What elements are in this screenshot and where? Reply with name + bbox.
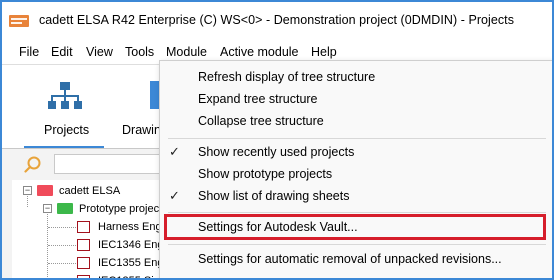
menu-item-collapse-tree[interactable]: Collapse tree structure xyxy=(160,110,552,132)
menu-item-label: Show prototype projects xyxy=(198,167,333,181)
tree-node-root[interactable]: − cadett ELSA xyxy=(12,182,162,200)
menu-item-label: Settings for automatic removal of unpack… xyxy=(198,252,502,266)
project-doc-icon xyxy=(77,257,90,269)
project-doc-icon xyxy=(77,239,90,251)
ribbon-drawings-label[interactable]: Drawin xyxy=(122,123,161,137)
project-doc-icon xyxy=(77,221,90,233)
menu-item-show-recent-projects[interactable]: ✓ Show recently used projects xyxy=(160,141,552,163)
project-tree-icon xyxy=(48,82,82,109)
application-window: cadett ELSA R42 Enterprise (C) WS<0> - D… xyxy=(0,0,554,280)
search-area xyxy=(14,152,164,178)
menu-item-auto-removal-settings[interactable]: Settings for automatic removal of unpack… xyxy=(160,248,552,270)
tree-connector xyxy=(48,263,76,264)
menu-item-label: Refresh display of tree structure xyxy=(198,70,376,84)
menu-item-show-prototype-projects[interactable]: Show prototype projects xyxy=(160,163,552,185)
ribbon-projects-label[interactable]: Projects xyxy=(44,123,89,137)
menu-item-label: Expand tree structure xyxy=(198,92,318,106)
menu-item-label: Show list of drawing sheets xyxy=(198,189,350,203)
tree-node-label: Harness Engl xyxy=(98,221,165,233)
project-doc-icon xyxy=(77,275,90,278)
highlight-annotation-box xyxy=(164,214,546,240)
tree-node-iec1355-simplified[interactable]: IEC1355 Simplified English xyxy=(12,272,231,278)
menu-separator xyxy=(168,244,546,245)
folder-icon xyxy=(57,203,73,214)
checkmark-icon: ✓ xyxy=(169,188,180,203)
window-title: cadett ELSA R42 Enterprise (C) WS<0> - D… xyxy=(39,13,514,27)
tree-connector xyxy=(48,227,76,228)
checkmark-icon: ✓ xyxy=(169,144,180,159)
collapse-icon[interactable]: − xyxy=(23,186,32,195)
menu-item-refresh-tree[interactable]: Refresh display of tree structure xyxy=(160,66,552,88)
tree-node-label: IEC1355 Engl xyxy=(98,257,166,269)
search-input[interactable] xyxy=(54,154,164,174)
tree-node-harness[interactable]: Harness Engl xyxy=(12,218,165,236)
menu-item-show-drawing-sheets[interactable]: ✓ Show list of drawing sheets xyxy=(160,185,552,207)
menu-separator xyxy=(168,138,546,139)
folder-icon xyxy=(37,185,53,196)
menu-module[interactable]: Module xyxy=(166,45,207,59)
menu-item-label: Collapse tree structure xyxy=(198,114,324,128)
tree-node-iec1346[interactable]: IEC1346 Engl xyxy=(12,236,166,254)
collapse-icon[interactable]: − xyxy=(43,204,52,213)
menu-active-module[interactable]: Active module xyxy=(220,45,299,59)
tree-node-iec1355[interactable]: IEC1355 Engl xyxy=(12,254,166,272)
tree-node-label: IEC1346 Engl xyxy=(98,239,166,251)
menu-separator xyxy=(168,212,546,213)
menu-help[interactable]: Help xyxy=(311,45,337,59)
project-tree: − cadett ELSA − Prototype project Harnes… xyxy=(12,180,231,278)
menu-view[interactable]: View xyxy=(86,45,113,59)
tree-connector xyxy=(48,245,76,246)
menu-file[interactable]: File xyxy=(19,45,39,59)
module-dropdown-menu: Refresh display of tree structure Expand… xyxy=(159,60,552,278)
search-icon[interactable] xyxy=(24,156,42,174)
menu-edit[interactable]: Edit xyxy=(51,45,73,59)
tree-node-label: cadett ELSA xyxy=(59,185,121,197)
tree-node-prototype[interactable]: − Prototype project xyxy=(12,200,162,218)
menu-item-expand-tree[interactable]: Expand tree structure xyxy=(160,88,552,110)
title-bar[interactable]: cadett ELSA R42 Enterprise (C) WS<0> - D… xyxy=(2,2,552,40)
elsa-app-icon xyxy=(9,15,29,27)
menu-item-label: Show recently used projects xyxy=(198,145,355,159)
menu-tools[interactable]: Tools xyxy=(125,45,154,59)
tree-node-label: Prototype project xyxy=(79,203,163,215)
